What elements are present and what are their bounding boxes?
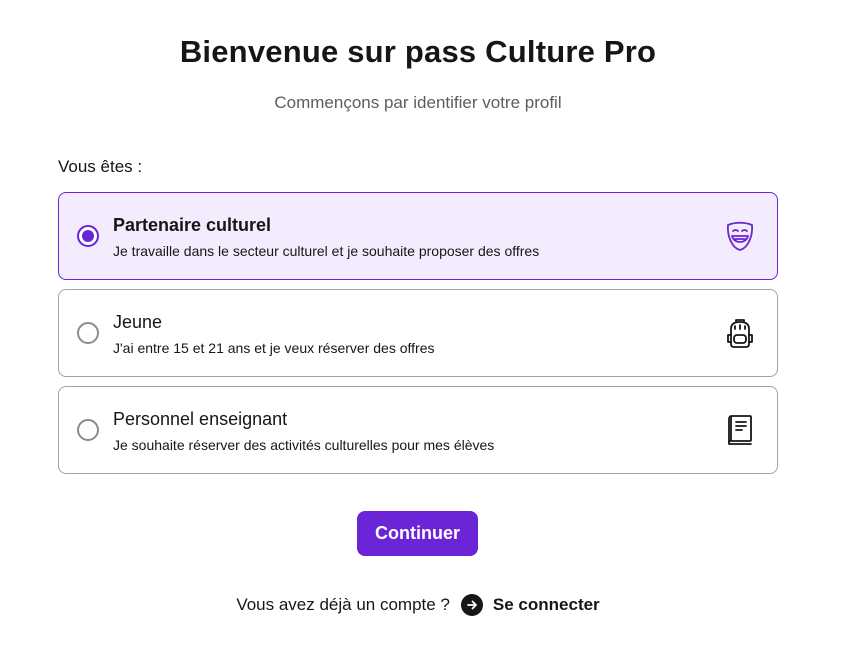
arrow-right-circle-icon	[460, 594, 483, 616]
book-icon	[723, 413, 757, 447]
option-personnel-enseignant[interactable]: Personnel enseignant Je souhaite réserve…	[58, 386, 778, 474]
backpack-icon	[723, 316, 757, 350]
radio-button-selected[interactable]	[77, 225, 99, 247]
option-description: Je travaille dans le secteur culturel et…	[113, 243, 540, 259]
page-subtitle: Commençons par identifier votre profil	[274, 93, 562, 112]
theater-mask-icon	[723, 219, 757, 253]
login-link[interactable]: Se connecter	[460, 594, 600, 616]
option-partenaire-culturel[interactable]: Partenaire culturel Je travaille dans le…	[58, 192, 778, 280]
radio-button[interactable]	[77, 322, 99, 344]
page-title: Bienvenue sur pass Culture Pro	[179, 34, 657, 69]
continue-button[interactable]: Continuer	[357, 511, 478, 556]
login-prompt-text: Vous avez déjà un compte ?	[236, 595, 450, 614]
option-description: Je souhaite réserver des activités cultu…	[113, 437, 495, 453]
profile-options: Partenaire culturel Je travaille dans le…	[58, 192, 778, 483]
option-title: Partenaire culturel	[113, 215, 272, 235]
radio-button[interactable]	[77, 419, 99, 441]
option-jeune[interactable]: Jeune J'ai entre 15 et 21 ans et je veux…	[58, 289, 778, 377]
option-title: Jeune	[113, 312, 163, 332]
profile-question-label: Vous êtes :	[58, 157, 143, 176]
option-description: J'ai entre 15 et 21 ans et je veux réser…	[113, 340, 435, 356]
login-prompt-row: Vous avez déjà un compte ? Se connecter	[0, 594, 836, 616]
login-link-label: Se connecter	[492, 595, 600, 614]
option-title: Personnel enseignant	[113, 409, 288, 429]
